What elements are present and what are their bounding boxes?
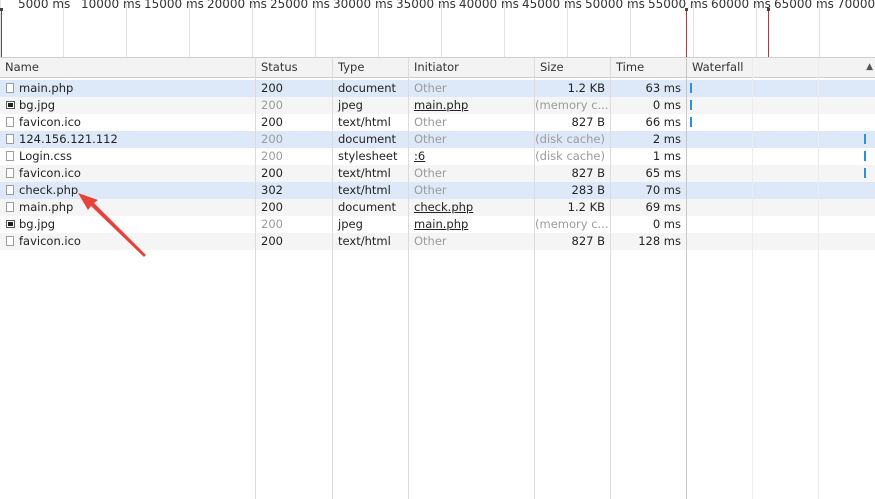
annotation-arrow bbox=[78, 193, 146, 257]
annotation-arrow-shape bbox=[78, 193, 146, 257]
